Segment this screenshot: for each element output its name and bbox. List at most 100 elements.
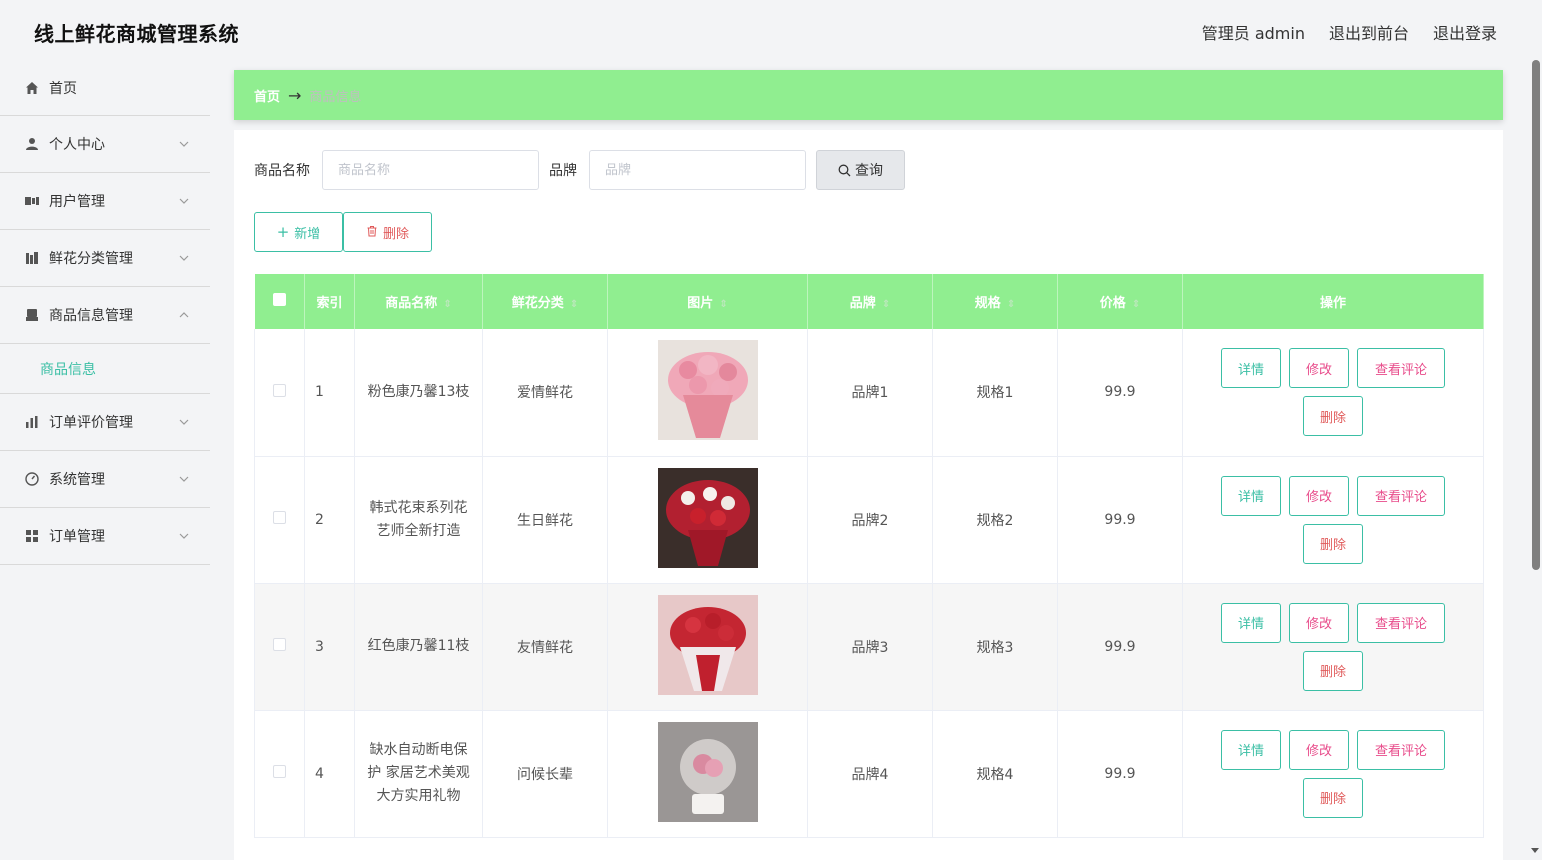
brand-label: 品牌 bbox=[549, 163, 577, 179]
query-button[interactable]: 查询 bbox=[816, 150, 905, 190]
logout-link[interactable]: 退出登录 bbox=[1433, 20, 1497, 44]
delete-button-label: 删除 bbox=[382, 226, 409, 242]
breadcrumb-home[interactable]: 首页 bbox=[254, 86, 280, 105]
chevron-down-icon bbox=[179, 198, 189, 204]
row-spec: 规格1 bbox=[932, 329, 1058, 457]
main-content: 首页 → 商品信息 商品名称 品牌 查询 + 新增 删除 bbox=[234, 70, 1503, 860]
row-name: 粉色康乃馨13枝 bbox=[354, 329, 483, 457]
sidebar-item-flower-category[interactable]: 鲜花分类管理 bbox=[0, 230, 210, 287]
top-bar: 线上鲜花商城管理系统 管理员 admin 退出到前台 退出登录 bbox=[0, 0, 1542, 60]
column-header-category[interactable]: 鲜花分类 ⇕ bbox=[482, 274, 608, 329]
view-reviews-button[interactable]: 查看评论 bbox=[1357, 348, 1445, 389]
product-image bbox=[657, 340, 758, 441]
row-checkbox[interactable] bbox=[273, 383, 286, 397]
edit-button[interactable]: 修改 bbox=[1289, 475, 1349, 516]
edit-button[interactable]: 修改 bbox=[1289, 602, 1349, 643]
sidebar-item-personal[interactable]: 个人中心 bbox=[0, 116, 210, 173]
view-reviews-button[interactable]: 查看评论 bbox=[1357, 602, 1445, 643]
detail-button[interactable]: 详情 bbox=[1221, 348, 1281, 389]
row-delete-button[interactable]: 删除 bbox=[1303, 396, 1363, 437]
product-image bbox=[657, 467, 758, 568]
sidebar-item-label: 订单管理 bbox=[49, 529, 105, 545]
row-delete-button[interactable]: 删除 bbox=[1303, 777, 1363, 818]
edit-button[interactable]: 修改 bbox=[1289, 729, 1349, 770]
row-delete-button[interactable]: 删除 bbox=[1303, 650, 1363, 691]
row-image-cell bbox=[607, 456, 808, 584]
users-icon bbox=[24, 193, 40, 209]
row-price: 99.9 bbox=[1057, 456, 1183, 584]
exit-to-front-link[interactable]: 退出到前台 bbox=[1329, 20, 1409, 44]
home-icon bbox=[24, 80, 40, 96]
goods-table: 索引 商品名称 ⇕ 鲜花分类 ⇕ 图片 ⇕ 品牌 ⇕ 规格 ⇕ 价格 ⇕ 操作 1 粉色康 bbox=[254, 274, 1484, 838]
edit-button[interactable]: 修改 bbox=[1289, 348, 1349, 389]
row-image-cell bbox=[607, 710, 808, 838]
sidebar-item-orders[interactable]: 订单管理 bbox=[0, 508, 210, 565]
row-name: 韩式花束系列花艺师全新打造 bbox=[354, 456, 483, 584]
column-header-image[interactable]: 图片 ⇕ bbox=[607, 274, 808, 329]
row-category: 爱情鲜花 bbox=[482, 329, 608, 457]
row-brand: 品牌2 bbox=[807, 456, 933, 584]
sidebar-item-order-review[interactable]: 订单评价管理 bbox=[0, 394, 210, 451]
sidebar-item-users[interactable]: 用户管理 bbox=[0, 173, 210, 230]
row-name: 缺水自动断电保护 家居艺术美观大方实用礼物 bbox=[354, 710, 483, 838]
books-icon bbox=[24, 250, 40, 266]
row-index: 3 bbox=[304, 583, 355, 711]
sidebar-item-label: 首页 bbox=[49, 80, 77, 97]
row-delete-button[interactable]: 删除 bbox=[1303, 523, 1363, 564]
name-search-input[interactable] bbox=[322, 150, 539, 190]
sidebar-item-label: 鲜花分类管理 bbox=[49, 251, 133, 267]
row-checkbox[interactable] bbox=[273, 765, 286, 778]
content-panel: 商品名称 品牌 查询 + 新增 删除 bbox=[234, 130, 1503, 860]
sort-icon[interactable]: ⇕ bbox=[719, 299, 727, 310]
column-header-name[interactable]: 商品名称 ⇕ bbox=[354, 274, 483, 329]
sidebar-subitem-goods-info[interactable]: 商品信息 bbox=[0, 344, 210, 394]
chevron-down-icon bbox=[179, 476, 189, 482]
sort-icon[interactable]: ⇕ bbox=[570, 299, 578, 310]
table-row: 4 缺水自动断电保护 家居艺术美观大方实用礼物 问候长辈 品牌4 规格4 99.… bbox=[254, 710, 1484, 838]
row-category: 生日鲜花 bbox=[482, 456, 608, 584]
row-checkbox[interactable] bbox=[273, 638, 286, 651]
column-header-spec[interactable]: 规格 ⇕ bbox=[932, 274, 1058, 329]
app-title: 线上鲜花商城管理系统 bbox=[34, 22, 239, 46]
breadcrumb: 首页 → 商品信息 bbox=[234, 70, 1503, 120]
action-row: + 新增 删除 bbox=[254, 212, 432, 252]
column-header-price[interactable]: 价格 ⇕ bbox=[1057, 274, 1183, 329]
column-header-brand[interactable]: 品牌 ⇕ bbox=[807, 274, 933, 329]
sort-icon[interactable]: ⇕ bbox=[882, 299, 890, 310]
brand-search-input[interactable] bbox=[589, 150, 806, 190]
row-image-cell bbox=[607, 583, 808, 711]
delete-button[interactable]: 删除 bbox=[343, 212, 432, 252]
row-name: 红色康乃馨11枝 bbox=[354, 583, 483, 711]
admin-label[interactable]: 管理员 admin bbox=[1202, 20, 1305, 44]
detail-button[interactable]: 详情 bbox=[1221, 602, 1281, 643]
chevron-down-icon bbox=[179, 255, 189, 261]
sort-icon[interactable]: ⇕ bbox=[1132, 299, 1140, 310]
view-reviews-button[interactable]: 查看评论 bbox=[1357, 729, 1445, 770]
sidebar-item-label: 系统管理 bbox=[49, 472, 105, 488]
row-checkbox[interactable] bbox=[273, 511, 286, 524]
sidebar-item-home[interactable]: 首页 bbox=[0, 60, 210, 116]
row-spec: 规格3 bbox=[932, 583, 1058, 711]
row-brand: 品牌4 bbox=[807, 710, 933, 838]
row-actions: 详情 修改 查看评论 删除 bbox=[1182, 583, 1484, 711]
row-category: 友情鲜花 bbox=[482, 583, 608, 711]
row-spec: 规格4 bbox=[932, 710, 1058, 838]
select-all-cell[interactable] bbox=[254, 274, 305, 329]
row-spec: 规格2 bbox=[932, 456, 1058, 584]
sidebar-item-system[interactable]: 系统管理 bbox=[0, 451, 210, 508]
view-reviews-button[interactable]: 查看评论 bbox=[1357, 475, 1445, 516]
scrollbar-thumb[interactable] bbox=[1532, 60, 1540, 570]
detail-button[interactable]: 详情 bbox=[1221, 475, 1281, 516]
chevron-down-icon bbox=[179, 141, 189, 147]
printer-icon bbox=[24, 307, 40, 323]
sidebar-item-label: 个人中心 bbox=[49, 137, 105, 153]
select-all-checkbox[interactable] bbox=[272, 293, 286, 306]
row-index: 2 bbox=[304, 456, 355, 584]
column-header-index: 索引 bbox=[304, 274, 355, 329]
sidebar-item-goods-info[interactable]: 商品信息管理 bbox=[0, 287, 210, 344]
sort-icon[interactable]: ⇕ bbox=[443, 299, 451, 310]
scroll-down-arrow-icon[interactable] bbox=[1531, 846, 1539, 854]
detail-button[interactable]: 详情 bbox=[1221, 729, 1281, 770]
sort-icon[interactable]: ⇕ bbox=[1007, 299, 1015, 310]
add-button[interactable]: + 新增 bbox=[254, 212, 343, 252]
